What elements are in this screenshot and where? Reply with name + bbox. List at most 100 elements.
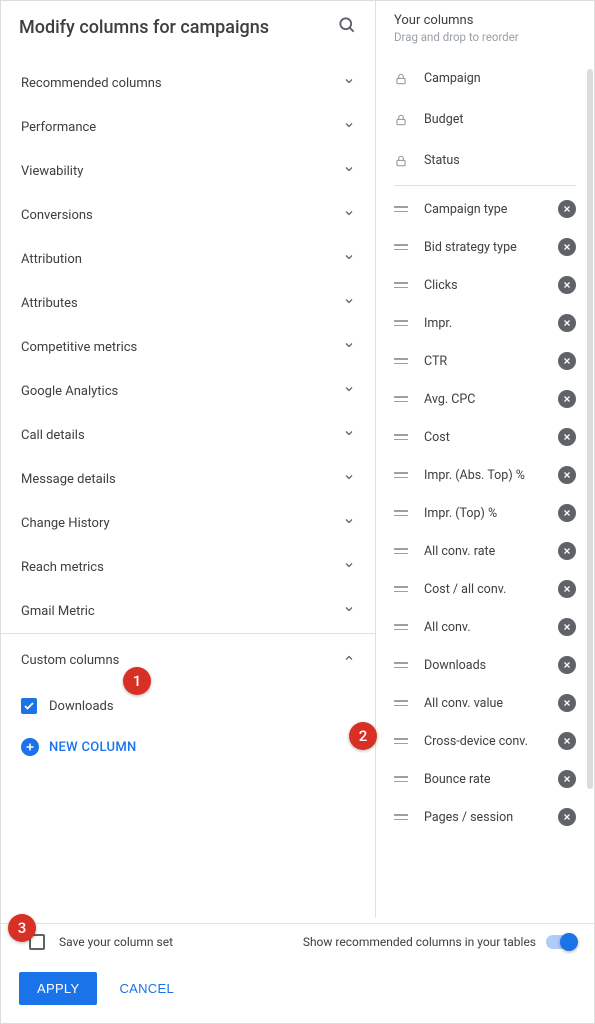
drag-handle-icon[interactable]	[394, 244, 408, 250]
column-label: Clicks	[424, 278, 542, 293]
header: Modify columns for campaigns	[1, 1, 375, 61]
category-row[interactable]: Viewability	[1, 149, 375, 193]
remove-column-button[interactable]	[558, 314, 576, 332]
remove-column-button[interactable]	[558, 542, 576, 560]
right-panel: Your columns Drag and drop to reorder Ca…	[376, 1, 594, 918]
lock-icon	[394, 113, 408, 127]
category-row[interactable]: Google Analytics	[1, 369, 375, 413]
remove-column-button[interactable]	[558, 694, 576, 712]
column-item[interactable]: Cross-device conv.	[376, 722, 594, 760]
column-label: Impr. (Abs. Top) %	[424, 468, 542, 483]
column-item[interactable]: Campaign type	[376, 190, 594, 228]
drag-handle-icon[interactable]	[394, 358, 408, 364]
drag-handle-icon[interactable]	[394, 282, 408, 288]
remove-column-button[interactable]	[558, 580, 576, 598]
chevron-up-icon	[343, 652, 355, 668]
column-label: Avg. CPC	[424, 392, 542, 407]
column-label: Bid strategy type	[424, 240, 542, 255]
left-panel: Modify columns for campaigns Recommended…	[1, 1, 376, 918]
column-item[interactable]: Pages / session	[376, 798, 594, 836]
new-column-button[interactable]: NEW COLUMN	[21, 722, 355, 762]
checkbox-checked[interactable]	[21, 698, 37, 714]
remove-column-button[interactable]	[558, 238, 576, 256]
drag-handle-icon[interactable]	[394, 814, 408, 820]
remove-column-button[interactable]	[558, 618, 576, 636]
column-item[interactable]: Impr. (Abs. Top) %	[376, 456, 594, 494]
column-item[interactable]: Impr.	[376, 304, 594, 342]
remove-column-button[interactable]	[558, 770, 576, 788]
column-item[interactable]: Avg. CPC	[376, 380, 594, 418]
remove-column-button[interactable]	[558, 466, 576, 484]
recommended-toggle[interactable]	[546, 935, 576, 949]
category-label: Change History	[21, 516, 110, 531]
remove-column-button[interactable]	[558, 504, 576, 522]
category-row[interactable]: Competitive metrics	[1, 325, 375, 369]
column-item[interactable]: Bounce rate	[376, 760, 594, 798]
category-row[interactable]: Conversions	[1, 193, 375, 237]
category-label: Gmail Metric	[21, 604, 95, 619]
drag-handle-icon[interactable]	[394, 662, 408, 668]
column-item[interactable]: All conv. rate	[376, 532, 594, 570]
apply-button[interactable]: APPLY	[19, 972, 97, 1005]
category-row[interactable]: Call details	[1, 413, 375, 457]
category-row[interactable]: Message details	[1, 457, 375, 501]
category-label: Google Analytics	[21, 384, 118, 399]
drag-handle-icon[interactable]	[394, 320, 408, 326]
cancel-button[interactable]: CANCEL	[105, 972, 188, 1005]
category-row[interactable]: Reach metrics	[1, 545, 375, 589]
column-item[interactable]: Cost / all conv.	[376, 570, 594, 608]
drag-handle-icon[interactable]	[394, 586, 408, 592]
column-item[interactable]: Clicks	[376, 266, 594, 304]
remove-column-button[interactable]	[558, 390, 576, 408]
drag-handle-icon[interactable]	[394, 548, 408, 554]
chevron-down-icon	[343, 339, 355, 355]
category-row[interactable]: Attributes	[1, 281, 375, 325]
column-item[interactable]: Bid strategy type	[376, 228, 594, 266]
drag-handle-icon[interactable]	[394, 434, 408, 440]
remove-column-button[interactable]	[558, 732, 576, 750]
drag-handle-icon[interactable]	[394, 624, 408, 630]
drag-handle-icon[interactable]	[394, 206, 408, 212]
scrollbar[interactable]	[587, 69, 593, 789]
lock-icon	[394, 154, 408, 168]
column-label: Cross-device conv.	[424, 734, 542, 749]
category-row[interactable]: Gmail Metric	[1, 589, 375, 633]
category-label: Message details	[21, 472, 116, 487]
column-item[interactable]: All conv.	[376, 608, 594, 646]
remove-column-button[interactable]	[558, 276, 576, 294]
drag-handle-icon[interactable]	[394, 776, 408, 782]
category-row[interactable]: Recommended columns	[1, 61, 375, 105]
category-row[interactable]: Performance	[1, 105, 375, 149]
column-item[interactable]: All conv. value	[376, 684, 594, 722]
drag-handle-icon[interactable]	[394, 700, 408, 706]
remove-column-button[interactable]	[558, 656, 576, 674]
search-icon[interactable]	[337, 15, 357, 39]
remove-column-button[interactable]	[558, 808, 576, 826]
your-columns-title: Your columns	[394, 13, 576, 28]
drag-handle-icon[interactable]	[394, 396, 408, 402]
footer: Save your column set Show recommended co…	[1, 923, 594, 1023]
column-label: Pages / session	[424, 810, 542, 825]
category-row[interactable]: Attribution	[1, 237, 375, 281]
drag-handle-icon[interactable]	[394, 472, 408, 478]
column-item[interactable]: Downloads	[376, 646, 594, 684]
save-column-set[interactable]: Save your column set	[29, 934, 173, 950]
column-item[interactable]: Impr. (Top) %	[376, 494, 594, 532]
category-label: Call details	[21, 428, 85, 443]
column-item[interactable]: Cost	[376, 418, 594, 456]
page-title: Modify columns for campaigns	[19, 17, 337, 38]
remove-column-button[interactable]	[558, 428, 576, 446]
drag-handle-icon[interactable]	[394, 738, 408, 744]
remove-column-button[interactable]	[558, 200, 576, 218]
column-item[interactable]: CTR	[376, 342, 594, 380]
column-label: Bounce rate	[424, 772, 542, 787]
remove-column-button[interactable]	[558, 352, 576, 370]
drag-handle-icon[interactable]	[394, 510, 408, 516]
category-row[interactable]: Change History	[1, 501, 375, 545]
column-label: Status	[424, 153, 576, 168]
recommended-toggle-label: Show recommended columns in your tables	[303, 935, 536, 949]
chevron-down-icon	[343, 515, 355, 531]
category-custom-columns[interactable]: Custom columns	[1, 633, 375, 682]
chevron-down-icon	[343, 603, 355, 619]
custom-column-item[interactable]: Downloads	[21, 690, 355, 722]
